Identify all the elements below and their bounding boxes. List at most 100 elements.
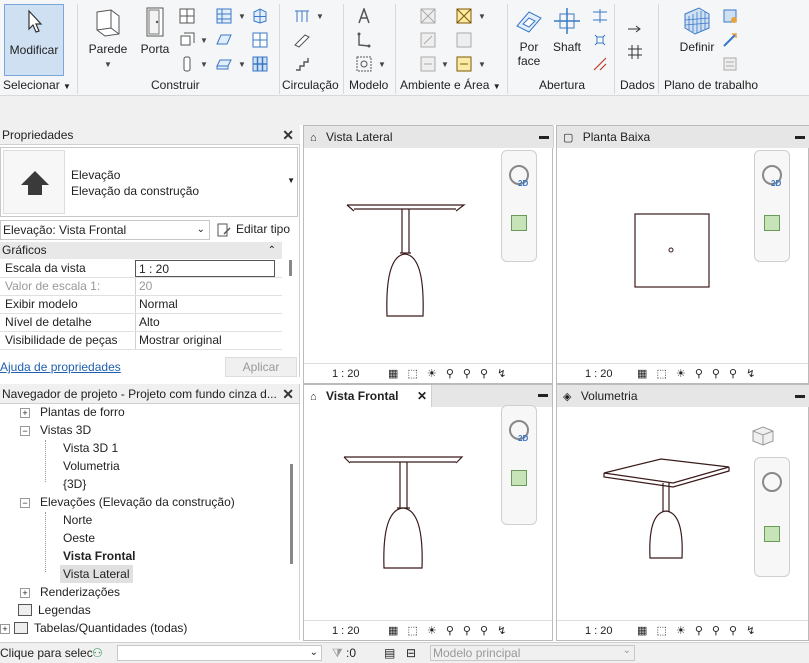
viewcube-icon[interactable] [747, 423, 777, 449]
modify-button[interactable]: Modificar [4, 4, 64, 76]
tree-item[interactable]: + Plantas de forro [20, 403, 125, 421]
type-selector[interactable]: Elevação Elevação da construção ▼ [0, 147, 298, 217]
view-controls-icons[interactable]: ▦ ⬚ ☀ ⚲ ⚲ ⚲ ↯ [637, 621, 758, 641]
view-controls-icons[interactable]: ▦ ⬚ ☀ ⚲ ⚲ ⚲ ↯ [637, 364, 758, 384]
chevron-down-icon[interactable]: ▼ [478, 12, 486, 21]
worksharing-icon[interactable]: ⚇ [92, 643, 103, 663]
tree-item[interactable]: + Tabelas/Quantidades (todas) [0, 619, 187, 637]
view-menu-icon[interactable]: ▬ [795, 126, 805, 148]
define-button[interactable]: Definir [674, 6, 720, 54]
model-text-icon[interactable] [356, 8, 372, 24]
navigation-bar[interactable]: 2D [754, 150, 790, 262]
model-line-icon[interactable] [356, 32, 372, 48]
floor-icon[interactable] [216, 56, 232, 72]
navigation-bar[interactable]: 2D [501, 150, 537, 262]
help-link[interactable]: Ajuda de propriedades [0, 360, 121, 374]
shaft-button[interactable]: Shaft [550, 6, 584, 54]
property-value[interactable]: Mostrar original [135, 332, 275, 349]
property-value[interactable]: 1 : 20 [135, 260, 275, 277]
ramp-icon[interactable] [294, 32, 310, 48]
section-graphics[interactable]: Gráficos ⌃ [0, 242, 282, 259]
viewport-volumetria[interactable]: ◈ Volumetria ▬ 1 : 20 ▦ ⬚ ☀ ⚲ ⚲ ⚲ ↯ [556, 384, 809, 641]
zoom-icon[interactable] [764, 526, 780, 542]
chevron-down-icon[interactable]: ▼ [200, 60, 208, 69]
close-icon[interactable]: ✕ [417, 385, 427, 407]
viewer-icon[interactable] [722, 56, 738, 72]
ceiling-icon[interactable] [216, 32, 232, 48]
expand-icon[interactable]: + [20, 408, 30, 418]
chevron-down-icon[interactable]: ▼ [200, 36, 208, 45]
model-group-icon[interactable] [356, 56, 372, 72]
tab-vista-frontal[interactable]: ⌂ Vista Frontal ✕ [304, 385, 432, 407]
chevron-down-icon[interactable]: ▼ [104, 60, 112, 69]
zoom-icon[interactable] [511, 215, 527, 231]
close-icon[interactable]: ✕ [282, 125, 294, 145]
wall-opening-icon[interactable] [592, 8, 608, 24]
room-separator-icon[interactable] [420, 32, 436, 48]
level-icon[interactable] [627, 20, 643, 36]
close-icon[interactable]: ✕ [282, 384, 294, 404]
viewport-planta-baixa[interactable]: ▢ Planta Baixa ▬ 2D 1 : 20 ▦ ⬚ ☀ ⚲ ⚲ ⚲ ↯ [556, 125, 809, 384]
view-controls-icons[interactable]: ▦ ⬚ ☀ ⚲ ⚲ ⚲ ↯ [388, 364, 509, 384]
curtain-grid-icon[interactable] [252, 32, 268, 48]
tree-item[interactable]: {3D} [63, 475, 86, 493]
editable-icon[interactable]: ⊟ [406, 643, 416, 663]
property-row[interactable]: Nível de detalhe Alto [0, 314, 282, 332]
roof-icon[interactable] [216, 8, 232, 24]
tree-item[interactable]: Legendas [18, 601, 91, 619]
zoom-icon[interactable] [511, 470, 527, 486]
tree-item-selected[interactable]: Vista Lateral [60, 565, 133, 583]
select-menu[interactable]: Selecionar ▼ [3, 78, 71, 92]
tag-room-icon[interactable] [420, 56, 436, 72]
chevron-down-icon[interactable]: ▼ [238, 12, 246, 21]
filter-icon[interactable]: ⧩ [332, 643, 343, 663]
tree-item[interactable]: Vista Frontal [63, 547, 135, 565]
tag-area-icon[interactable] [456, 56, 472, 72]
tab-planta-baixa[interactable]: ▢ Planta Baixa ▬ [557, 126, 809, 148]
tab-vista-lateral[interactable]: ⌂ Vista Lateral ▬ [304, 126, 554, 148]
edit-type-button[interactable]: Editar tipo [216, 220, 296, 240]
tree-item[interactable]: − Elevações (Elevação da construção) [20, 493, 235, 511]
door-button[interactable]: Porta [138, 6, 172, 56]
property-row[interactable]: Escala da vista 1 : 20 [0, 260, 282, 278]
view-menu-icon[interactable]: ▬ [795, 385, 805, 407]
tree-item[interactable]: − Vistas 3D [20, 421, 91, 439]
vertical-opening-icon[interactable] [592, 32, 608, 48]
view-controls-icons[interactable]: ▦ ⬚ ☀ ⚲ ⚲ ⚲ ↯ [388, 621, 509, 641]
show-work-plane-icon[interactable] [722, 8, 738, 24]
design-options-icon[interactable]: ▤ [384, 643, 395, 663]
railing-icon[interactable] [294, 8, 310, 24]
view-menu-icon[interactable]: ▬ [538, 389, 548, 400]
property-row[interactable]: Valor de escala 1: 20 [0, 278, 282, 296]
column-icon[interactable] [179, 56, 195, 72]
property-row[interactable]: Exibir modelo Normal [0, 296, 282, 314]
component-icon[interactable] [179, 32, 195, 48]
tree-item[interactable]: Oeste [63, 529, 95, 547]
view-menu-icon[interactable]: ▬ [539, 126, 549, 148]
workset-field[interactable]: ⌄ [117, 645, 322, 661]
view-scale[interactable]: 1 : 20 [585, 625, 613, 637]
chevron-down-icon[interactable]: ▼ [441, 60, 449, 69]
navigation-bar[interactable]: 2D [501, 405, 537, 525]
view-scale[interactable]: 1 : 20 [332, 368, 360, 380]
wall-button[interactable]: Parede [86, 6, 130, 56]
property-value[interactable]: Normal [135, 296, 275, 313]
area-boundary-icon[interactable] [456, 32, 472, 48]
room-icon[interactable] [420, 8, 436, 24]
curtain-system-icon[interactable] [252, 8, 268, 24]
tab-volumetria[interactable]: ◈ Volumetria ▬ [557, 385, 809, 407]
collapse-icon[interactable]: − [20, 498, 30, 508]
viewport-vista-lateral[interactable]: ⌂ Vista Lateral ▬ 2D 1 : 20 ▦ ⬚ ☀ ⚲ ⚲ ⚲ … [303, 125, 554, 384]
expand-icon[interactable]: + [0, 624, 10, 634]
expand-icon[interactable]: + [20, 588, 30, 598]
properties-scrollbar[interactable] [289, 260, 292, 276]
stair-icon[interactable] [294, 56, 310, 72]
area-icon[interactable] [456, 8, 472, 24]
grid-icon[interactable] [627, 44, 643, 60]
chevron-down-icon[interactable]: ▼ [478, 60, 486, 69]
mullion-icon[interactable] [252, 56, 268, 72]
property-row[interactable]: Visibilidade de peças Mostrar original [0, 332, 282, 350]
model-selector[interactable]: Modelo principal ⌄ [430, 645, 635, 661]
browser-scrollbar[interactable] [290, 464, 293, 564]
viewport-vista-frontal[interactable]: ⌂ Vista Frontal ✕ ▬ 2D 1 : 20 ▦ ⬚ ☀ ⚲ ⚲ … [303, 384, 553, 641]
